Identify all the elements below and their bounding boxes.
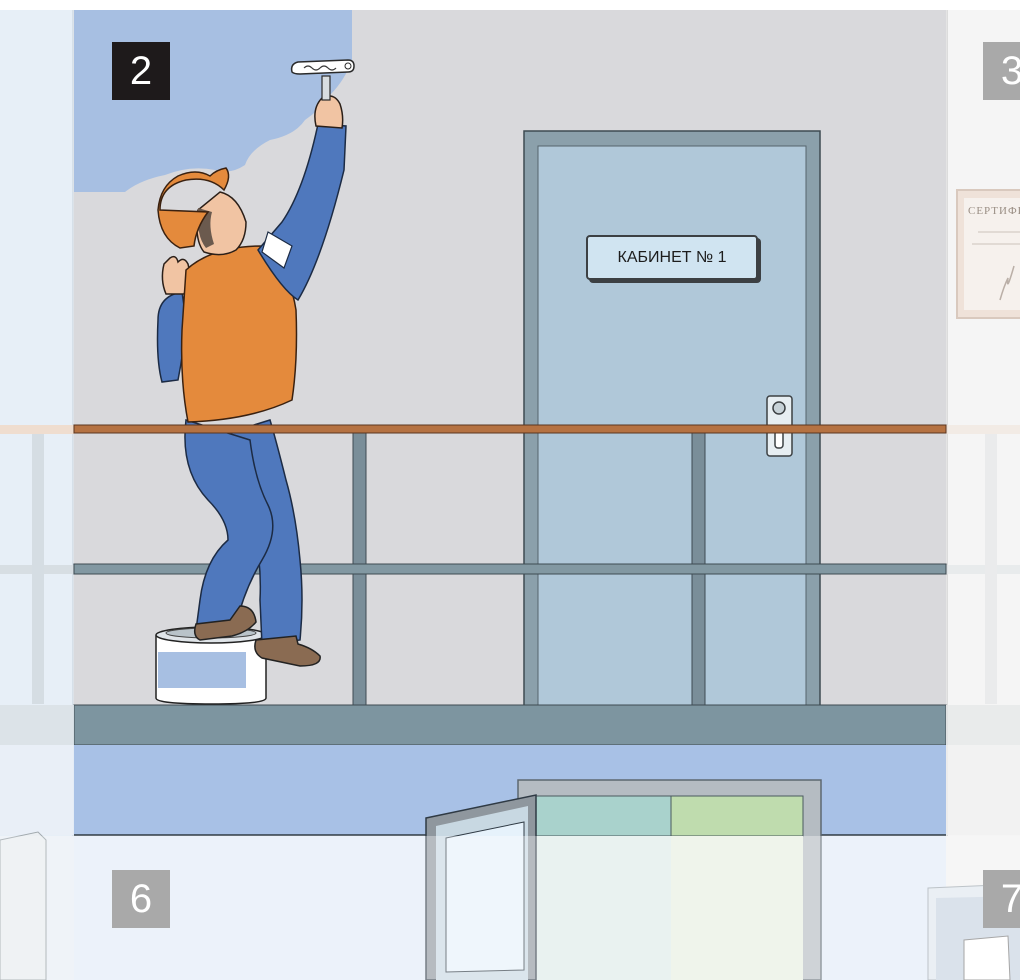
panel-number-badge-right-bottom: 7 xyxy=(983,870,1020,928)
door xyxy=(523,130,821,707)
handrail xyxy=(73,424,947,434)
panel-number-badge-left-bottom: 6 xyxy=(112,870,170,928)
scene-artwork xyxy=(0,0,1020,980)
panel-number-badge-right-top: 3 xyxy=(983,42,1020,100)
door-sign: КАБИНЕТ № 1 xyxy=(586,235,758,280)
middle-rail xyxy=(73,563,947,575)
illustration-scene: 2 3 6 7 КАБИНЕТ № 1 СЕРТИФИ xyxy=(0,0,1020,980)
floor-edge xyxy=(73,704,947,746)
panel-number-badge-active: 2 xyxy=(112,42,170,100)
certificate-label: СЕРТИФИ xyxy=(968,205,1020,217)
